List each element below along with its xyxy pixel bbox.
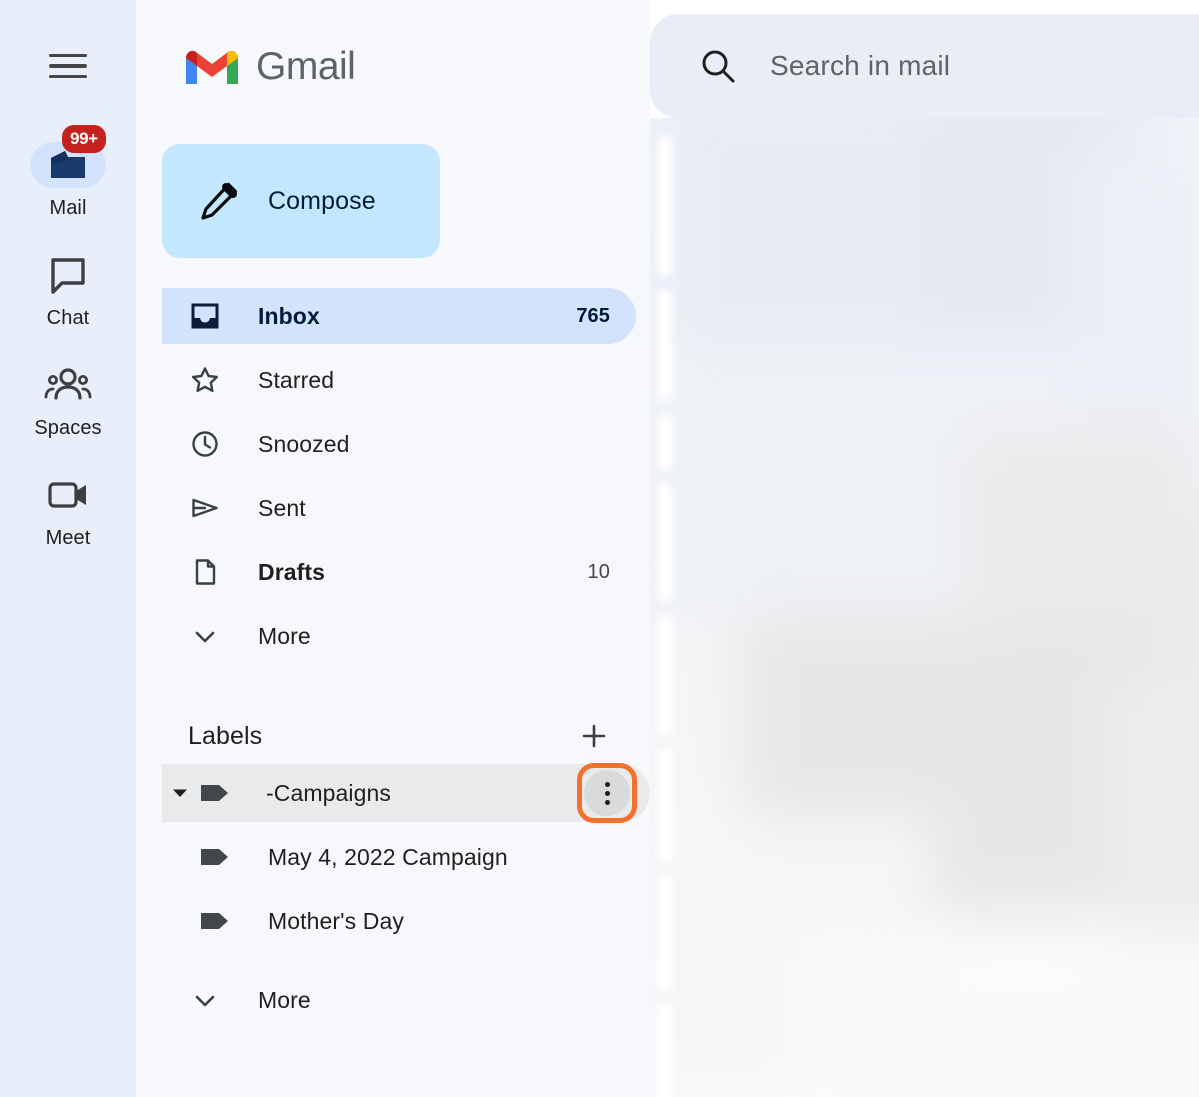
search-icon (702, 50, 735, 83)
label-overflow-wrap (577, 763, 637, 823)
rail-item-label: Meet (45, 527, 91, 549)
search-bar[interactable]: Search in mail (650, 14, 1199, 118)
rail-item-chat[interactable]: Chat (0, 252, 136, 328)
label-tag-icon (198, 845, 232, 869)
blurred-message-pane[interactable] (650, 118, 1199, 1097)
dot (604, 781, 610, 787)
folder-count: 10 (587, 560, 610, 583)
search-input[interactable]: Search in mail (770, 50, 950, 82)
folder-label: Snoozed (258, 430, 350, 457)
label-tag-glyph (201, 913, 228, 929)
spaces-people-glyph (44, 368, 92, 400)
label-tag-icon (198, 781, 232, 805)
folder-label: More (258, 622, 311, 649)
label-tag-icon (198, 909, 232, 933)
folder-row-more[interactable]: More (162, 608, 636, 664)
rail-item-label: Chat (46, 307, 90, 329)
label-name: Mother's Day (268, 907, 404, 934)
collapse-caret-icon[interactable] (162, 782, 198, 804)
gmail-brand[interactable]: Gmail (136, 0, 650, 100)
folder-label: Sent (258, 494, 306, 521)
navigation-rail: 99+ Mail Chat Spaces Meet (0, 0, 136, 1097)
inbox-icon (188, 301, 222, 331)
star-glyph (192, 367, 218, 392)
chevron-down-glyph (195, 995, 215, 1007)
hamburger-line (49, 64, 87, 68)
compose-button[interactable]: Compose (162, 144, 440, 258)
draft-document-glyph (195, 559, 216, 585)
labels-more-label: More (258, 986, 311, 1013)
folder-row-drafts[interactable]: Drafts 10 (162, 544, 636, 600)
rail-item-list: 99+ Mail Chat Spaces Meet (0, 125, 136, 582)
clock-icon (188, 429, 222, 459)
folder-list: Inbox 765 Starred Snoozed Sent Drafts 10… (136, 288, 650, 664)
labels-title: Labels (188, 721, 263, 750)
folder-label: Drafts (258, 558, 326, 585)
create-label-button[interactable] (574, 716, 614, 756)
label-name: -Campaigns (266, 779, 391, 806)
dot (604, 799, 610, 805)
label-row-mothers-day[interactable]: Mother's Day (162, 892, 650, 950)
label-name: May 4, 2022 Campaign (268, 843, 508, 870)
caret-down-glyph (173, 789, 187, 797)
brand-text: Gmail (256, 45, 356, 88)
inbox-glyph (191, 303, 219, 329)
chevron-down-glyph (195, 631, 215, 643)
spaces-people-icon (30, 362, 106, 408)
dot (604, 790, 610, 796)
labels-section-header: Labels (188, 714, 614, 758)
chat-bubble-glyph (51, 258, 85, 294)
main-content-area: Search in mail (650, 0, 1199, 1097)
folder-count: 765 (576, 304, 610, 327)
send-icon (188, 493, 222, 523)
chevron-down-icon (188, 621, 222, 651)
pencil-icon (201, 182, 238, 220)
message-list-scroll-strip[interactable] (656, 118, 674, 1097)
blur-content (650, 118, 1199, 1097)
folder-label: Inbox (258, 302, 320, 329)
rail-item-spaces[interactable]: Spaces (0, 362, 136, 438)
folder-row-sent[interactable]: Sent (162, 480, 636, 536)
unread-badge: 99+ (62, 125, 106, 153)
label-row-campaigns[interactable]: -Campaigns (162, 763, 650, 823)
hamburger-line (49, 74, 87, 79)
meet-video-camera-glyph (48, 482, 86, 508)
hamburger-menu-icon[interactable] (40, 38, 96, 94)
labels-more-row[interactable]: More (162, 972, 650, 1028)
folder-row-starred[interactable]: Starred (162, 352, 636, 408)
label-row-may-4-2022-campaign[interactable]: May 4, 2022 Campaign (162, 828, 650, 886)
draft-document-icon (188, 557, 222, 587)
gmail-app-window: 99+ Mail Chat Spaces Meet Gmail Compose … (0, 0, 1199, 1097)
meet-video-camera-icon (30, 472, 106, 518)
rail-item-label: Spaces (34, 417, 102, 439)
rail-item-label: Mail (49, 197, 87, 219)
label-tag-glyph (201, 849, 228, 865)
chevron-down-icon (188, 985, 222, 1015)
more-vert-icon[interactable] (584, 770, 630, 816)
rail-item-mail[interactable]: 99+ Mail (0, 125, 136, 219)
star-icon (188, 365, 222, 395)
label-tag-glyph (201, 785, 228, 801)
plus-icon (582, 724, 606, 748)
clock-glyph (192, 431, 218, 457)
mail-sidebar: Gmail Compose Inbox 765 Starred Snoozed … (136, 0, 650, 1097)
hamburger-line (49, 53, 87, 58)
gmail-m-logo (186, 50, 238, 84)
rail-item-meet[interactable]: Meet (0, 472, 136, 548)
folder-label: Starred (258, 366, 335, 393)
mail-inbox-icon: 99+ (30, 125, 106, 188)
folder-row-snoozed[interactable]: Snoozed (162, 416, 636, 472)
send-glyph (192, 498, 218, 518)
chat-bubble-icon (30, 252, 106, 298)
compose-label: Compose (268, 186, 376, 215)
folder-row-inbox[interactable]: Inbox 765 (162, 288, 636, 344)
